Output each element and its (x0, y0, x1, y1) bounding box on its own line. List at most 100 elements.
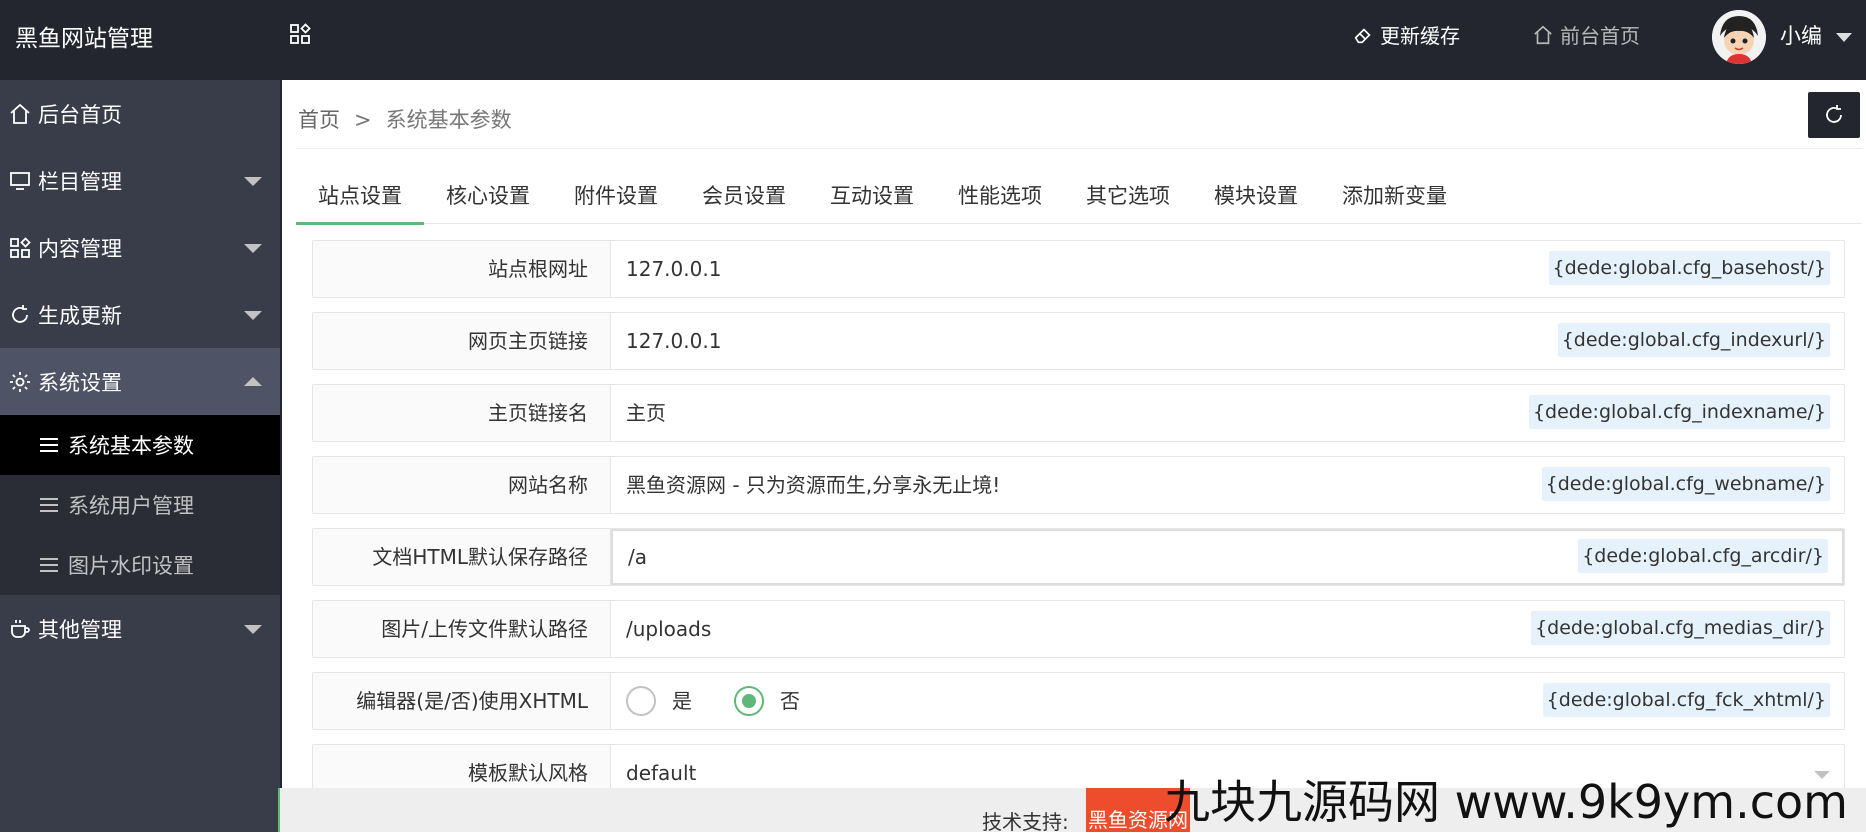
sidebar-item-generate[interactable]: 生成更新 (0, 281, 280, 348)
chevron-down-icon (244, 244, 262, 253)
tab-member-settings[interactable]: 会员设置 (680, 178, 808, 224)
sidebar-item-content[interactable]: 内容管理 (0, 214, 280, 281)
field-value: /a (628, 545, 647, 569)
support-label: 技术支持: (982, 810, 1069, 834)
radio-no[interactable]: 否 (734, 673, 800, 729)
sidebar-item-label: 内容管理 (38, 236, 122, 261)
sidebar-item-label: 系统设置 (38, 370, 122, 395)
apps-icon (10, 236, 31, 258)
sidebar-subitem-watermark[interactable]: 图片水印设置 (0, 535, 280, 595)
sidebar-subitem-label: 系统用户管理 (68, 494, 194, 518)
form-row-indexurl: 网页主页链接 127.0.0.1 {dede:global.cfg_indexu… (312, 312, 1845, 370)
indexurl-input[interactable]: 127.0.0.1 {dede:global.cfg_indexurl/} (611, 313, 1844, 369)
monitor-icon (10, 171, 30, 190)
sidebar-subitem-label: 图片水印设置 (68, 554, 194, 578)
variable-tag: {dede:global.cfg_indexname/} (1528, 395, 1830, 429)
divider (296, 148, 1862, 149)
home-icon (10, 103, 30, 124)
sidebar-item-system[interactable]: 系统设置 (0, 348, 280, 415)
sidebar-item-dashboard[interactable]: 后台首页 (0, 80, 280, 147)
field-value: /uploads (626, 617, 712, 641)
sidebar-subitem-basic-params[interactable]: 系统基本参数 (0, 415, 280, 475)
top-bar: 黑鱼网站管理 更新缓存 前台首页 小编 (0, 0, 1866, 80)
reload-page-button[interactable] (1808, 92, 1860, 138)
breadcrumb: 首页 > 系统基本参数 (298, 104, 512, 134)
settings-tabs: 站点设置 核心设置 附件设置 会员设置 互动设置 性能选项 其它选项 模块设置 … (296, 178, 1862, 225)
tab-other-options[interactable]: 其它选项 (1064, 178, 1192, 224)
breadcrumb-home[interactable]: 首页 (298, 108, 340, 132)
menu-icon (40, 558, 58, 572)
field-label: 编辑器(是/否)使用XHTML (313, 673, 611, 729)
field-value: 127.0.0.1 (626, 257, 722, 281)
sidebar-item-columns[interactable]: 栏目管理 (0, 147, 280, 214)
variable-tag: {dede:global.cfg_fck_xhtml/} (1542, 683, 1830, 717)
tab-performance-options[interactable]: 性能选项 (936, 178, 1064, 224)
tab-core-settings[interactable]: 核心设置 (424, 178, 552, 224)
front-home-link[interactable]: 前台首页 (1532, 20, 1640, 49)
form-row-fck-xhtml: 编辑器(是/否)使用XHTML 是 否 {dede:global.cfg_fck… (312, 672, 1845, 730)
watermark: 九块九源码网 www.9k9ym.com (1164, 775, 1848, 829)
radio-circle (626, 686, 656, 716)
refresh-icon (12, 304, 28, 323)
variable-tag: {dede:global.cfg_webname/} (1541, 467, 1830, 501)
coffee-icon (11, 619, 30, 638)
tab-attachment-settings[interactable]: 附件设置 (552, 178, 680, 224)
field-label: 站点根网址 (313, 241, 611, 297)
xhtml-radio-group: 是 否 {dede:global.cfg_fck_xhtml/} (611, 673, 1844, 729)
grid-icon[interactable] (288, 22, 312, 46)
eraser-icon (1354, 27, 1371, 43)
field-label: 网站名称 (313, 457, 611, 513)
radio-label: 否 (780, 689, 800, 713)
radio-yes[interactable]: 是 (626, 673, 692, 729)
sidebar-subitem-users[interactable]: 系统用户管理 (0, 475, 280, 535)
field-value: 主页 (626, 401, 666, 425)
indexname-input[interactable]: 主页 {dede:global.cfg_indexname/} (611, 385, 1844, 441)
menu-icon (40, 438, 58, 452)
chevron-down-icon (244, 177, 262, 186)
refresh-cache-button[interactable]: 更新缓存 (1352, 20, 1460, 49)
user-name[interactable]: 小编 (1780, 20, 1822, 50)
field-label: 主页链接名 (313, 385, 611, 441)
form-row-webname: 网站名称 黑鱼资源网 - 只为资源而生,分享永无止境! {dede:global… (312, 456, 1845, 514)
field-label: 网页主页链接 (313, 313, 611, 369)
field-value: 黑鱼资源网 - 只为资源而生,分享永无止境! (626, 473, 1001, 497)
tab-interaction-settings[interactable]: 互动设置 (808, 178, 936, 224)
basehost-input[interactable]: 127.0.0.1 {dede:global.cfg_basehost/} (611, 241, 1844, 297)
chevron-down-icon (244, 311, 262, 320)
main-content: 首页 > 系统基本参数 站点设置 核心设置 附件设置 会员设置 互动设置 性能选项 … (280, 80, 1866, 832)
sidebar-subitem-label: 系统基本参数 (68, 434, 194, 458)
refresh-cache-label: 更新缓存 (1380, 24, 1460, 48)
avatar[interactable] (1712, 10, 1766, 64)
tab-add-variable[interactable]: 添加新变量 (1320, 178, 1469, 224)
home-icon (1534, 25, 1552, 44)
menu-icon (40, 498, 58, 512)
form-row-basehost: 站点根网址 127.0.0.1 {dede:global.cfg_basehos… (312, 240, 1845, 298)
radio-label: 是 (672, 689, 692, 713)
refresh-icon (1826, 105, 1842, 123)
form-row-medias-dir: 图片/上传文件默认路径 /uploads {dede:global.cfg_me… (312, 600, 1845, 658)
chevron-down-icon (244, 625, 262, 634)
app-logo-title[interactable]: 黑鱼网站管理 (15, 19, 153, 53)
breadcrumb-current: 系统基本参数 (385, 108, 512, 132)
webname-input[interactable]: 黑鱼资源网 - 只为资源而生,分享永无止境! {dede:global.cfg_… (611, 457, 1844, 513)
radio-circle-checked (734, 686, 764, 716)
variable-tag: {dede:global.cfg_arcdir/} (1578, 539, 1828, 573)
variable-tag: {dede:global.cfg_basehost/} (1548, 251, 1830, 285)
field-label: 图片/上传文件默认路径 (313, 601, 611, 657)
gear-icon (10, 371, 30, 392)
variable-tag: {dede:global.cfg_indexurl/} (1557, 323, 1830, 357)
chevron-down-icon[interactable] (1836, 33, 1852, 42)
front-home-label: 前台首页 (1560, 24, 1640, 48)
medias-dir-input[interactable]: /uploads {dede:global.cfg_medias_dir/} (611, 601, 1844, 657)
arcdir-input[interactable]: /a {dede:global.cfg_arcdir/} (611, 529, 1844, 585)
chevron-up-icon (244, 377, 262, 386)
variable-tag: {dede:global.cfg_medias_dir/} (1531, 611, 1830, 645)
select-value: default (626, 761, 697, 785)
field-label: 文档HTML默认保存路径 (313, 529, 611, 585)
form-row-arcdir: 文档HTML默认保存路径 /a {dede:global.cfg_arcdir/… (312, 528, 1845, 586)
sidebar: 后台首页 栏目管理 内容管理 生成更新 系统设置 系统基本参数 系统用户管理 图… (0, 80, 280, 832)
tab-module-settings[interactable]: 模块设置 (1192, 178, 1320, 224)
sidebar-item-other[interactable]: 其他管理 (0, 595, 280, 662)
sidebar-item-label: 生成更新 (38, 303, 122, 328)
tab-site-settings[interactable]: 站点设置 (296, 178, 424, 225)
